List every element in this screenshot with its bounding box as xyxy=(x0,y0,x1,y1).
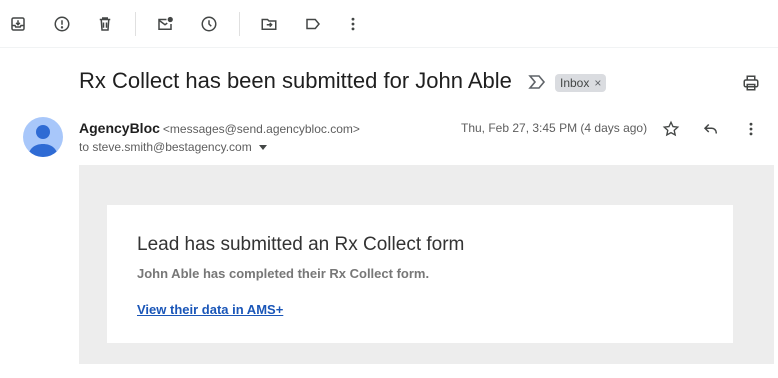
toolbar-divider xyxy=(239,12,240,36)
view-data-link[interactable]: View their data in AMS+ xyxy=(137,302,283,317)
reply-icon xyxy=(703,123,717,134)
message-more-button[interactable] xyxy=(739,117,763,141)
print-button[interactable] xyxy=(739,71,763,95)
more-vert-icon xyxy=(749,122,753,136)
person-icon xyxy=(28,125,58,157)
chevron-down-icon[interactable] xyxy=(258,142,268,152)
importance-marker-icon[interactable] xyxy=(528,74,546,90)
report-spam-icon xyxy=(54,16,70,32)
recipient-text: to steve.smith@bestagency.com xyxy=(79,140,252,154)
archive-icon xyxy=(11,17,25,31)
recipient-details[interactable]: to steve.smith@bestagency.com xyxy=(79,140,268,154)
email-subtext: John Able has completed their Rx Collect… xyxy=(137,266,430,281)
sender-name[interactable]: AgencyBloc xyxy=(79,120,160,136)
delete-icon xyxy=(99,17,111,31)
move-to-icon xyxy=(261,18,277,30)
label-icon xyxy=(306,18,320,30)
print-icon xyxy=(743,75,759,91)
report-spam-button[interactable] xyxy=(47,9,77,39)
snooze-icon xyxy=(201,16,217,32)
email-heading: Lead has submitted an Rx Collect form xyxy=(137,234,465,255)
toolbar-divider xyxy=(135,12,136,36)
message-date: Thu, Feb 27, 3:45 PM (4 days ago) xyxy=(461,121,648,135)
sender-email: <messages@send.agencybloc.com> xyxy=(162,122,360,136)
archive-button[interactable] xyxy=(3,9,33,39)
move-to-button[interactable] xyxy=(254,9,284,39)
mark-unread-button[interactable] xyxy=(150,9,180,39)
email-subject: Rx Collect has been submitted for John A… xyxy=(79,68,512,93)
label-chip-inbox[interactable]: Inbox × xyxy=(555,74,607,92)
star-icon xyxy=(662,120,680,137)
more-button[interactable] xyxy=(338,9,368,39)
reply-button[interactable] xyxy=(699,117,723,141)
more-vert-icon xyxy=(351,17,355,31)
star-button[interactable] xyxy=(659,117,683,141)
sender-line: AgencyBloc <messages@send.agencybloc.com> xyxy=(79,120,360,138)
label-button[interactable] xyxy=(298,9,328,39)
remove-label-icon[interactable]: × xyxy=(594,76,601,90)
snooze-button[interactable] xyxy=(194,9,224,39)
avatar[interactable] xyxy=(23,117,63,157)
delete-button[interactable] xyxy=(90,9,120,39)
toolbar xyxy=(0,0,778,48)
label-chip-text: Inbox xyxy=(560,76,590,90)
mark-unread-icon xyxy=(158,16,173,30)
